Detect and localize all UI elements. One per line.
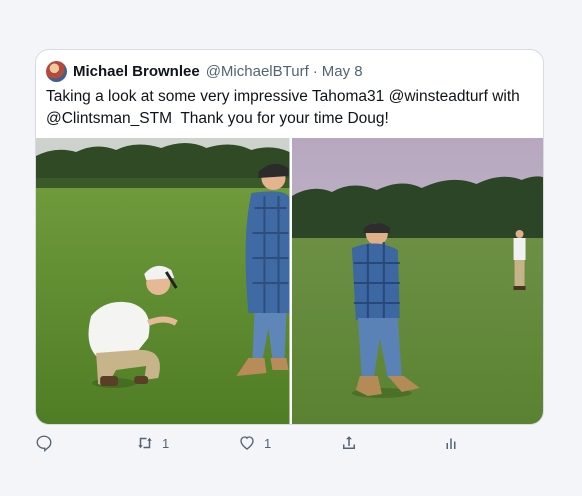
photo-left[interactable] — [36, 138, 290, 424]
tweet-header: Michael Brownlee @MichaelBTurf · May 8 — [46, 60, 363, 82]
like-count: 1 — [264, 435, 272, 451]
analytics-button[interactable] — [442, 434, 468, 452]
separator-dot: · — [312, 62, 318, 80]
reply-icon — [36, 435, 52, 452]
analytics-icon — [446, 438, 456, 449]
author-name[interactable]: Michael Brownlee — [73, 63, 200, 80]
reply-button[interactable] — [35, 434, 61, 452]
like-button[interactable]: 1 — [238, 434, 271, 452]
photo-right[interactable] — [291, 138, 543, 424]
retweet-button[interactable]: 1 — [136, 434, 169, 452]
retweet-count: 1 — [162, 435, 170, 451]
tweet-card[interactable]: Michael Brownlee @MichaelBTurf · May 8 T… — [35, 49, 544, 425]
share-icon — [343, 436, 355, 449]
avatar[interactable] — [46, 60, 67, 82]
heart-icon — [240, 436, 254, 450]
tweet-date[interactable]: May 8 — [322, 63, 363, 80]
tweet-media — [36, 138, 543, 424]
tweet-actions: 1 1 — [35, 434, 465, 454]
author-handle[interactable]: @MichaelBTurf — [206, 63, 309, 80]
tweet-text: Taking a look at some very impressive Ta… — [46, 88, 525, 127]
retweet-icon — [138, 437, 152, 449]
share-button[interactable] — [340, 434, 366, 452]
